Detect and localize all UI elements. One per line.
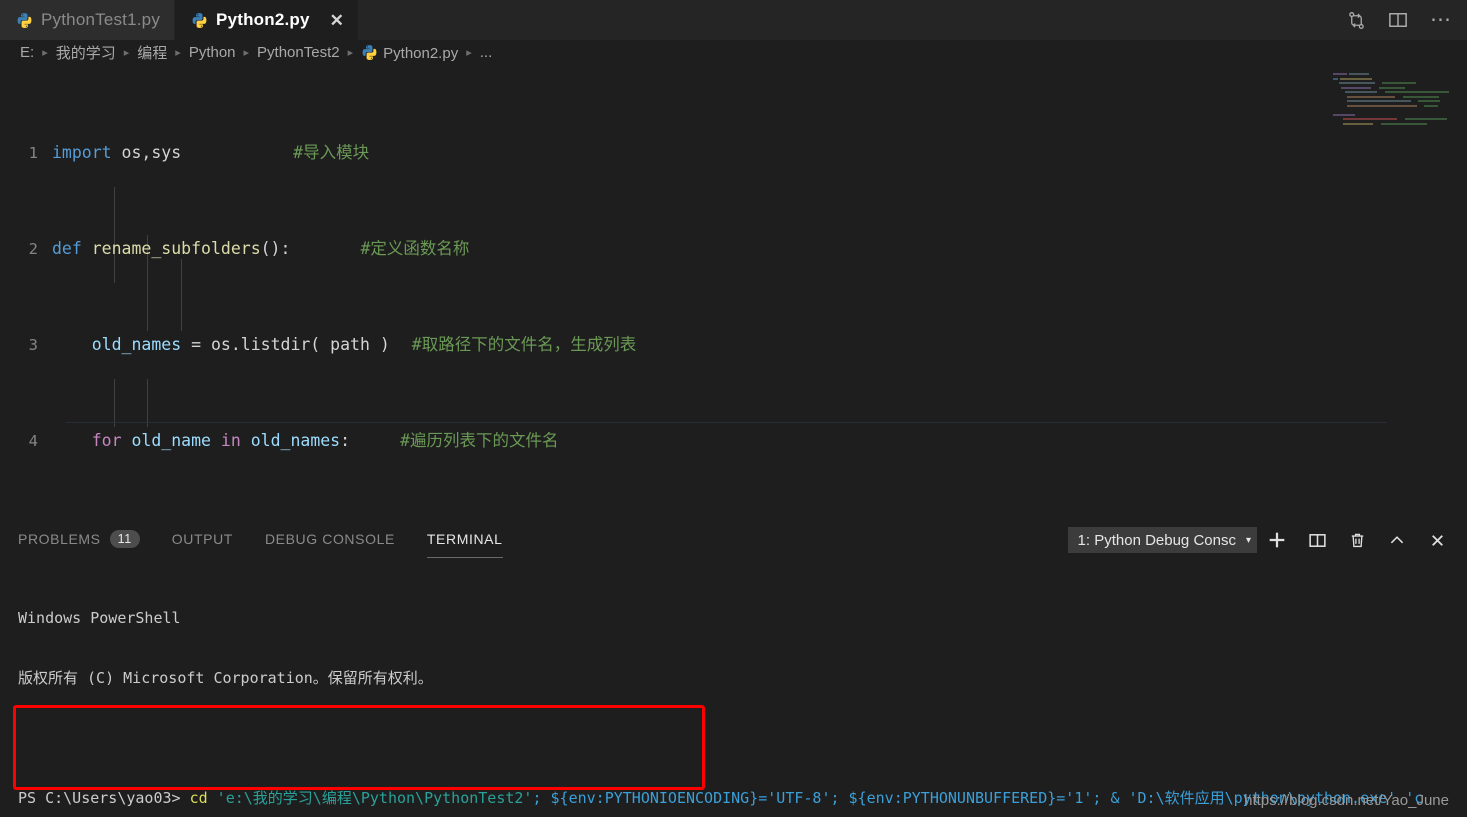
tab-output-label: OUTPUT: [171, 531, 233, 547]
terminal-selector-dropdown[interactable]: 1: Python Debug Consc ▾: [1067, 527, 1257, 553]
tab-problems[interactable]: PROBLEMS 11: [18, 529, 140, 550]
code-text: old_names = os.listdir( path ) #取路径下的文件名，…: [52, 333, 1467, 357]
tab-problems-label: PROBLEMS: [18, 531, 101, 547]
code-text: for old_name in old_names: #遍历列表下的文件名: [52, 429, 1467, 453]
terminal-output[interactable]: Windows PowerShell 版权所有 (C) Microsoft Co…: [0, 560, 1467, 817]
token-text: ():: [260, 239, 291, 258]
code-line[interactable]: 4 for old_name in old_names: #遍历列表下的文件名: [0, 429, 1467, 453]
tab-python2[interactable]: Python2.py ✕: [175, 0, 359, 40]
token-keyword: in: [220, 431, 241, 450]
breadcrumb-file-label: Python2.py: [383, 44, 459, 62]
close-panel-icon[interactable]: [1417, 520, 1457, 560]
editor-minimap[interactable]: [1333, 73, 1453, 125]
token-comment: #取路径下的文件名，生成列表: [411, 335, 637, 354]
code-content[interactable]: 1 import os,sys #导入模块 2 def rename_subfol…: [0, 65, 1467, 520]
current-line-border: [66, 422, 1387, 423]
tab-label: Python2.py: [216, 10, 310, 29]
indent-guide: [181, 259, 182, 331]
tab-debug-console[interactable]: DEBUG CONSOLE: [265, 531, 395, 549]
new-terminal-icon[interactable]: [1257, 520, 1297, 560]
breadcrumb-item-folder2[interactable]: 编程: [135, 42, 169, 63]
token-keyword: def: [52, 239, 82, 258]
python-file-icon: [17, 12, 32, 28]
code-line[interactable]: 3 old_names = os.listdir( path ) #取路径下的文件…: [0, 333, 1467, 357]
terminal-text: Windows PowerShell: [18, 609, 181, 627]
tab-terminal[interactable]: TERMINAL: [426, 531, 503, 558]
more-actions-icon[interactable]: ⋯: [1430, 8, 1451, 31]
chevron-right-icon: ▸: [123, 47, 130, 59]
code-text: def rename_subfolders(): #定义函数名称: [52, 237, 1467, 261]
breadcrumb-item-folder4[interactable]: PythonTest2: [255, 44, 342, 61]
code-line[interactable]: 1 import os,sys #导入模块: [0, 141, 1467, 165]
terminal-text: 版权所有 (C) Microsoft Corporation。保留所有权利。: [18, 669, 433, 687]
indent-guide: [114, 187, 115, 283]
breadcrumb-item-symbol[interactable]: ...: [478, 44, 495, 61]
token-text: os.listdir( path ): [210, 335, 390, 354]
tab-terminal-label: TERMINAL: [426, 531, 503, 547]
breadcrumb: E: ▸ 我的学习 ▸ 编程 ▸ Python ▸ PythonTest2 ▸ …: [0, 40, 1467, 65]
token-identifier: old_name: [121, 431, 221, 450]
chevron-right-icon: ▸: [175, 47, 181, 59]
terminal-command: cd: [189, 789, 208, 807]
tab-debug-console-label: DEBUG CONSOLE: [264, 531, 395, 547]
token-function: rename_subfolders: [81, 239, 261, 258]
breadcrumb-item-folder3[interactable]: Python: [187, 44, 238, 61]
chevron-right-icon: ▸: [347, 47, 354, 59]
token-keyword: import: [52, 143, 112, 162]
tab-bar-filler: [358, 0, 1337, 40]
code-editor[interactable]: 1 import os,sys #导入模块 2 def rename_subfol…: [0, 65, 1467, 520]
terminal-line: 版权所有 (C) Microsoft Corporation。保留所有权利。: [18, 668, 1467, 688]
code-text: import os,sys #导入模块: [52, 141, 1467, 165]
editor-tab-bar: PythonTest1.py Python2.py ✕ ⋯: [0, 0, 1467, 40]
bottom-panel: PROBLEMS 11 OUTPUT DEBUG CONSOLE TERMINA…: [0, 520, 1467, 817]
panel-actions: 1: Python Debug Consc ▾: [1067, 520, 1457, 560]
token-identifier: old_names: [91, 335, 182, 354]
chevron-right-icon: ▸: [466, 47, 472, 59]
panel-tab-bar: PROBLEMS 11 OUTPUT DEBUG CONSOLE TERMINA…: [0, 520, 1467, 560]
terminal-arg-path: 'e:\我的学习\编程\Python\PythonTest2': [207, 789, 533, 807]
kill-terminal-icon[interactable]: [1337, 520, 1377, 560]
code-line[interactable]: 2 def rename_subfolders(): #定义函数名称: [0, 237, 1467, 261]
token-comment: #导入模块: [293, 143, 370, 162]
tab-label: PythonTest1.py: [41, 10, 161, 29]
token-comment: #遍历列表下的文件名: [400, 431, 559, 450]
line-number: 3: [28, 336, 38, 354]
token-operator: =: [181, 335, 211, 354]
breadcrumb-item-drive[interactable]: E:: [18, 44, 36, 61]
terminal-line: Windows PowerShell: [18, 608, 1467, 628]
python-file-icon: [192, 12, 207, 28]
terminal-selector-value: 1: Python Debug Consc: [1077, 531, 1236, 549]
token-comment: #定义函数名称: [360, 239, 470, 258]
python-file-icon: [362, 44, 377, 60]
problems-count-badge: 11: [109, 529, 140, 549]
breadcrumb-item-file[interactable]: Python2.py: [359, 44, 460, 62]
more-actions-glyph: ⋯: [1430, 8, 1451, 31]
token-operator: :: [340, 431, 351, 450]
token-identifier: old_names: [240, 431, 341, 450]
watermark-url: https://blog.csdn.net/Yao_June: [1244, 792, 1449, 809]
token-text: os,sys: [111, 143, 182, 162]
chevron-right-icon: ▸: [243, 47, 250, 59]
breadcrumb-item-folder1[interactable]: 我的学习: [54, 42, 118, 63]
maximize-panel-icon[interactable]: [1377, 520, 1417, 560]
split-editor-icon[interactable]: [1388, 10, 1408, 30]
close-icon[interactable]: ✕: [330, 12, 344, 29]
indent-guide: [114, 379, 115, 427]
chevron-right-icon: ▸: [42, 47, 48, 59]
line-number: 1: [28, 144, 38, 162]
terminal-prompt: PS C:\Users\yao03>: [18, 789, 190, 807]
tab-output[interactable]: OUTPUT: [172, 531, 233, 549]
token-keyword: for: [91, 431, 122, 450]
tab-pythontest1[interactable]: PythonTest1.py: [0, 0, 176, 40]
open-changes-icon[interactable]: [1347, 11, 1366, 30]
split-terminal-icon[interactable]: [1297, 520, 1337, 560]
line-number: 4: [28, 432, 38, 450]
chevron-down-icon: ▾: [1245, 534, 1251, 546]
editor-actions: ⋯: [1337, 0, 1467, 40]
line-number: 2: [28, 240, 38, 258]
indent-guide: [147, 379, 148, 427]
